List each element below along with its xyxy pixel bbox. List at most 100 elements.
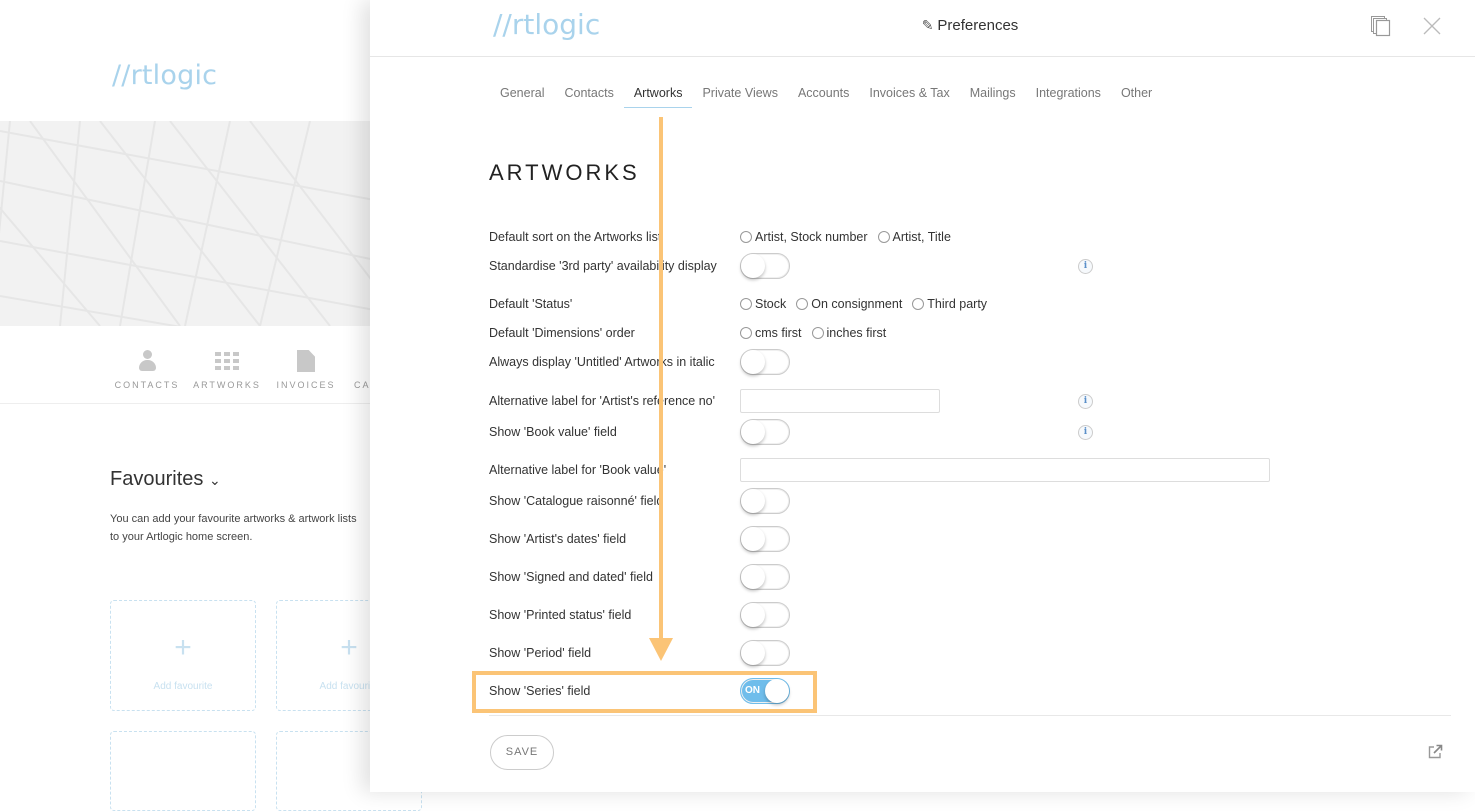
- setting-printed-status: Show 'Printed status' field: [489, 602, 1389, 628]
- favourites-title: Favourites: [110, 468, 204, 490]
- signed-dated-toggle[interactable]: [740, 564, 790, 590]
- toggle-knob: [741, 420, 765, 444]
- tab-invoices-tax[interactable]: Invoices & Tax: [859, 80, 959, 108]
- radio-circle[interactable]: [740, 327, 752, 339]
- radio-third-party[interactable]: Third party: [912, 297, 987, 311]
- tab-mailings[interactable]: Mailings: [960, 80, 1026, 108]
- favourites-heading[interactable]: Favourites ⌄: [110, 468, 221, 491]
- annotation-highlight-box: [472, 671, 817, 713]
- favourites-description: You can add your favourite artworks & ar…: [110, 510, 380, 546]
- radio-label: On consignment: [811, 297, 903, 311]
- tab-accounts[interactable]: Accounts: [788, 80, 859, 108]
- tab-integrations[interactable]: Integrations: [1026, 80, 1111, 108]
- setting-book-value: Show 'Book value' field i: [489, 419, 1389, 445]
- tab-contacts[interactable]: Contacts: [554, 80, 623, 108]
- radio-circle[interactable]: [740, 231, 752, 243]
- radio-circle[interactable]: [877, 231, 890, 243]
- home-nav: CONTACTS ARTWORKS INVOICES CA: [0, 340, 380, 404]
- artist-dates-toggle[interactable]: [740, 526, 790, 552]
- add-favourite-card[interactable]: + Add favourite: [110, 600, 256, 711]
- info-icon[interactable]: i: [1078, 394, 1093, 409]
- setting-label: Alternative label for 'Book value': [489, 463, 667, 477]
- document-icon: [297, 350, 315, 372]
- setting-label: Default 'Dimensions' order: [489, 326, 635, 340]
- radio-on-consignment[interactable]: On consignment: [796, 297, 902, 311]
- alt-artist-ref-input[interactable]: [740, 389, 940, 413]
- radio-circle[interactable]: [740, 298, 752, 310]
- setting-alt-artist-ref: Alternative label for 'Artist's referenc…: [489, 388, 1389, 414]
- toggle-knob: [741, 527, 765, 551]
- setting-label: Default sort on the Artworks list: [489, 230, 662, 244]
- favourites-text-line: to your Artlogic home screen.: [110, 531, 253, 543]
- preferences-tabs: General Contacts Artworks Private Views …: [490, 80, 1162, 110]
- radio-artist-title[interactable]: Artist, Title: [877, 230, 951, 244]
- info-icon[interactable]: i: [1078, 259, 1093, 274]
- untitled-italic-toggle[interactable]: [740, 349, 790, 375]
- pencil-icon: ✎: [921, 17, 934, 33]
- alt-book-value-input[interactable]: [740, 458, 1270, 482]
- nav-contacts[interactable]: CONTACTS: [107, 348, 187, 390]
- radio-label: Stock: [755, 297, 787, 311]
- chevron-down-icon: ⌄: [208, 472, 221, 488]
- toggle-knob: [741, 641, 765, 665]
- tab-other[interactable]: Other: [1111, 80, 1162, 108]
- favourites-text-line: You can add your favourite artworks & ar…: [110, 513, 357, 525]
- footer-divider: [489, 715, 1451, 716]
- setting-period: Show 'Period' field: [489, 640, 1389, 666]
- radio-circle[interactable]: [796, 298, 809, 310]
- nav-label: ARTWORKS: [193, 380, 261, 390]
- radio-circle[interactable]: [811, 327, 824, 339]
- radio-cms-first[interactable]: cms first: [740, 326, 802, 340]
- popout-button[interactable]: [1427, 744, 1443, 760]
- tab-private-views[interactable]: Private Views: [692, 80, 788, 108]
- copy-button[interactable]: [1370, 15, 1392, 37]
- radio-artist-stock-number[interactable]: Artist, Stock number: [740, 230, 868, 244]
- radio-label: inches first: [826, 326, 887, 340]
- artlogic-logo[interactable]: //rtlogic: [112, 60, 217, 91]
- copy-icon: [1371, 16, 1391, 37]
- book-value-toggle[interactable]: [740, 419, 790, 445]
- close-button[interactable]: [1422, 16, 1442, 36]
- grid-icon: [215, 352, 239, 370]
- radio-stock[interactable]: Stock: [740, 297, 786, 311]
- drawer-title: ✎ Preferences: [370, 17, 1475, 34]
- person-icon: [138, 350, 156, 372]
- setting-label: Show 'Period' field: [489, 646, 592, 660]
- nav-label: CONTACTS: [114, 380, 180, 390]
- hero-image: [0, 121, 380, 326]
- info-icon[interactable]: i: [1078, 425, 1093, 440]
- toggle-knob: [741, 489, 765, 513]
- setting-label: Default 'Status': [489, 297, 573, 311]
- setting-default-sort: Default sort on the Artworks list Artist…: [489, 224, 1389, 250]
- setting-label: Show 'Artist's dates' field: [489, 532, 627, 546]
- period-toggle[interactable]: [740, 640, 790, 666]
- standardise-toggle[interactable]: [740, 253, 790, 279]
- printed-status-toggle[interactable]: [740, 602, 790, 628]
- radio-label: Artist, Title: [892, 230, 951, 244]
- setting-catalogue-raisonne: Show 'Catalogue raisonné' field: [489, 488, 1389, 514]
- save-button[interactable]: SAVE: [490, 735, 554, 770]
- annotation-arrow-head: [649, 638, 673, 661]
- nav-label: INVOICES: [276, 380, 336, 390]
- nav-artworks[interactable]: ARTWORKS: [187, 348, 267, 390]
- nav-invoices[interactable]: INVOICES: [266, 348, 346, 390]
- plus-icon: +: [174, 631, 192, 664]
- close-icon: [1423, 17, 1441, 35]
- radio-label: cms first: [755, 326, 802, 340]
- setting-standardise-3rd-party: Standardise '3rd party' availability dis…: [489, 253, 1389, 279]
- radio-circle[interactable]: [912, 298, 925, 310]
- setting-label: Standardise '3rd party' availability dis…: [489, 259, 717, 273]
- tab-general[interactable]: General: [490, 80, 554, 108]
- radio-label: Third party: [927, 297, 988, 311]
- setting-label: Show 'Book value' field: [489, 425, 617, 439]
- tab-artworks[interactable]: Artworks: [623, 80, 693, 108]
- setting-label: Show 'Signed and dated' field: [489, 570, 653, 584]
- add-favourite-card[interactable]: [110, 731, 256, 811]
- setting-untitled-italic: Always display 'Untitled' Artworks in it…: [489, 349, 1389, 375]
- toggle-knob: [741, 603, 765, 627]
- setting-default-status: Default 'Status' Stock On consignment Th…: [489, 291, 1389, 317]
- radio-inches-first[interactable]: inches first: [811, 326, 887, 340]
- setting-label: Always display 'Untitled' Artworks in it…: [489, 355, 715, 369]
- catalogue-raisonne-toggle[interactable]: [740, 488, 790, 514]
- external-link-icon: [1428, 744, 1443, 759]
